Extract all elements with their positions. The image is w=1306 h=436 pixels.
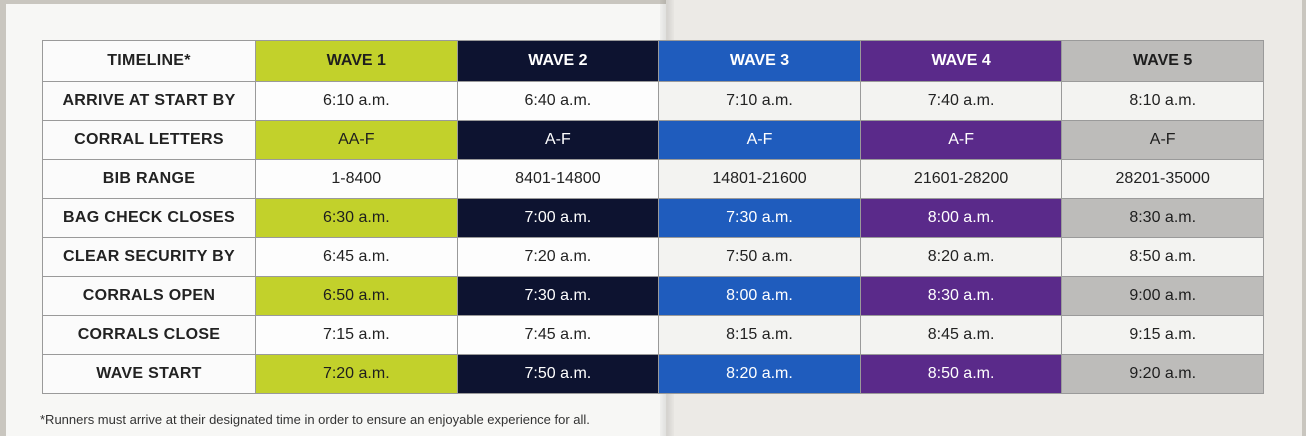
wave-5-cell: 28201-35000 (1061, 159, 1264, 199)
wave-3-cell: 8:20 a.m. (658, 354, 861, 394)
wave-1-cell: AA-F (255, 120, 458, 160)
wave-1-cell: 1-8400 (255, 159, 458, 199)
wave-1-header: WAVE 1 (255, 40, 458, 82)
table-row: BIB RANGE 1-8400 8401-14800 14801-21600 2160… (42, 159, 1264, 199)
row-label: ARRIVE AT START BY (42, 81, 256, 121)
table-row: CORRALS CLOSE 7:15 a.m. 7:45 a.m. 8:15 a.m.… (42, 315, 1264, 355)
wave-2-cell: 8401-14800 (456, 159, 660, 199)
wave-1-cell: 7:20 a.m. (255, 354, 458, 394)
table-row: ARRIVE AT START BY 6:10 a.m. 6:40 a.m. 7:10… (42, 81, 1264, 121)
wave-4-cell: 8:50 a.m. (859, 354, 1063, 394)
table-row: CORRAL LETTERS AA-F A-F A-F A-F A-F (42, 120, 1264, 160)
wave-3-cell: 7:10 a.m. (658, 81, 861, 121)
wave-4-cell: 21601-28200 (859, 159, 1063, 199)
wave-4-cell: A-F (859, 120, 1063, 160)
table-header-row: TIMELINE* WAVE 1 WAVE 2 WAVE 3 WAVE 4 WA… (42, 40, 1264, 82)
wave-3-cell: 14801-21600 (658, 159, 861, 199)
row-label: CORRALS CLOSE (42, 315, 256, 355)
wave-1-cell: 6:30 a.m. (255, 198, 458, 238)
timeline-header: TIMELINE* (42, 40, 256, 82)
wave-1-cell: 7:15 a.m. (255, 315, 458, 355)
wave-timeline-table: TIMELINE* WAVE 1 WAVE 2 WAVE 3 WAVE 4 WA… (42, 40, 1264, 394)
wave-5-header: WAVE 5 (1061, 40, 1264, 82)
table-row: WAVE START 7:20 a.m. 7:50 a.m. 8:20 a.m. 8:5… (42, 354, 1264, 394)
row-label: CORRALS OPEN (42, 276, 256, 316)
row-label: WAVE START (42, 354, 256, 394)
wave-4-cell: 8:45 a.m. (859, 315, 1063, 355)
row-label: CLEAR SECURITY BY (42, 237, 256, 277)
table-row: BAG CHECK CLOSES 6:30 a.m. 7:00 a.m. 7:30 a… (42, 198, 1264, 238)
row-label: BAG CHECK CLOSES (42, 198, 256, 238)
wave-2-cell: 7:00 a.m. (456, 198, 660, 238)
wave-5-cell: 9:15 a.m. (1061, 315, 1264, 355)
wave-3-cell: 8:15 a.m. (658, 315, 861, 355)
wave-5-cell: 8:10 a.m. (1061, 81, 1264, 121)
wave-2-cell: 7:20 a.m. (456, 237, 660, 277)
wave-2-cell: 7:50 a.m. (456, 354, 660, 394)
row-label: BIB RANGE (42, 159, 256, 199)
wave-2-cell: 6:40 a.m. (456, 81, 660, 121)
wave-5-cell: A-F (1061, 120, 1264, 160)
wave-5-cell: 8:50 a.m. (1061, 237, 1264, 277)
wave-5-cell: 8:30 a.m. (1061, 198, 1264, 238)
wave-4-header: WAVE 4 (859, 40, 1063, 82)
wave-4-cell: 8:00 a.m. (859, 198, 1063, 238)
wave-5-cell: 9:00 a.m. (1061, 276, 1264, 316)
wave-1-cell: 6:10 a.m. (255, 81, 458, 121)
wave-3-header: WAVE 3 (658, 40, 861, 82)
wave-3-cell: A-F (658, 120, 861, 160)
wave-2-cell: 7:30 a.m. (456, 276, 660, 316)
wave-4-cell: 8:20 a.m. (859, 237, 1063, 277)
wave-2-header: WAVE 2 (456, 40, 660, 82)
wave-5-cell: 9:20 a.m. (1061, 354, 1264, 394)
wave-3-cell: 7:50 a.m. (658, 237, 861, 277)
wave-1-cell: 6:50 a.m. (255, 276, 458, 316)
wave-1-cell: 6:45 a.m. (255, 237, 458, 277)
footnote: *Runners must arrive at their designated… (40, 412, 590, 427)
row-label: CORRAL LETTERS (42, 120, 256, 160)
wave-4-cell: 7:40 a.m. (859, 81, 1063, 121)
table-row: CLEAR SECURITY BY 6:45 a.m. 7:20 a.m. 7:50 … (42, 237, 1264, 277)
wave-3-cell: 7:30 a.m. (658, 198, 861, 238)
table-row: CORRALS OPEN 6:50 a.m. 7:30 a.m. 8:00 a.m. 8… (42, 276, 1264, 316)
wave-3-cell: 8:00 a.m. (658, 276, 861, 316)
wave-2-cell: A-F (456, 120, 660, 160)
wave-2-cell: 7:45 a.m. (456, 315, 660, 355)
wave-4-cell: 8:30 a.m. (859, 276, 1063, 316)
